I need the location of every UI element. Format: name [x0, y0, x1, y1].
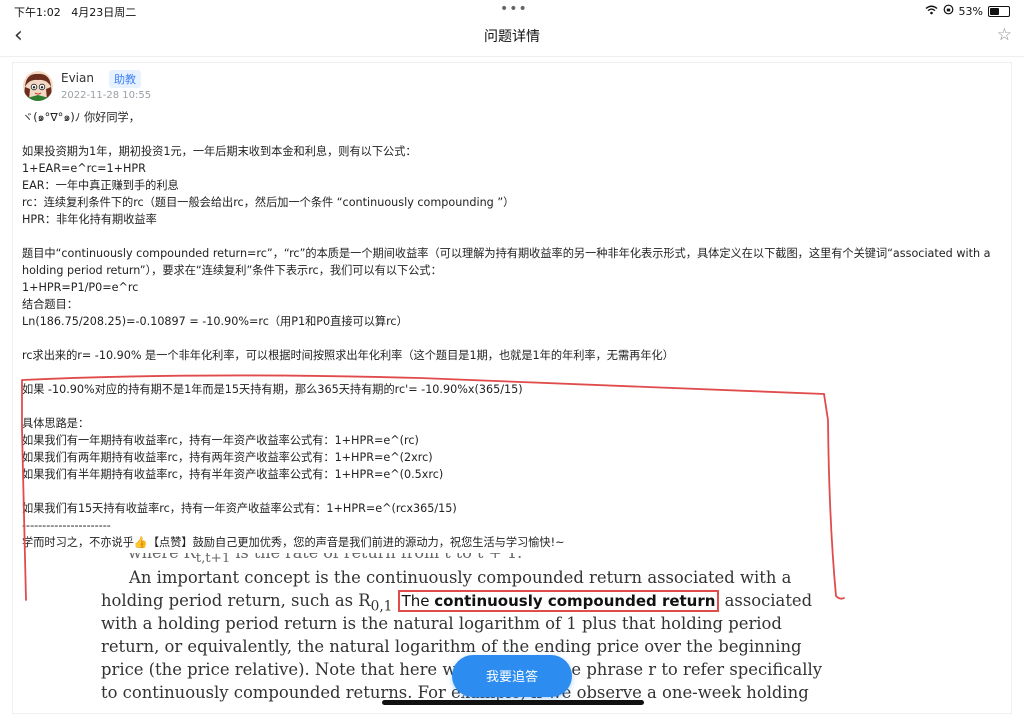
answer-line: rc求出来的r= -10.90% 是一个非年化利率，可以根据时间按照求出年化利率… [22, 349, 674, 362]
answer-line: 如果投资期为1年，期初投资1元，一年后期末收到本金和利息，则有以下公式： [22, 145, 417, 158]
separator-line: ---------------------- [22, 519, 111, 532]
answer-line: 结合题目： [22, 298, 78, 311]
answer-line: HPR：非年化持有期收益率 [22, 213, 157, 226]
excerpt-cut-line: where Rt,t+1 is the rate of return from … [128, 553, 522, 567]
multitask-dots-icon[interactable]: ••• [500, 1, 528, 17]
role-badge: 助教 [109, 70, 141, 88]
excerpt-line: with a holding period return is the natu… [101, 614, 782, 633]
excerpt-line: An important concept is the continuously… [129, 568, 792, 587]
answer-line: 如果我们有一年期持有收益率rc，持有一年资产收益率公式有：1+HPR=e^(rc… [22, 434, 419, 447]
ask-followup-button[interactable]: 我要追答 [452, 655, 572, 697]
answer-line: 题目中“continuously compounded return=rc”，“… [22, 247, 991, 277]
answer-line: rc：连续复利条件下的rc（题目一般会给出rc，然后加一个条件 “continu… [22, 196, 515, 209]
status-time-date: 下午1:02 4月23日周二 [14, 6, 137, 19]
answer-line: 如果我们有半年期持有收益率rc，持有半年资产收益率公式有：1+HPR=e^(0.… [22, 468, 444, 481]
home-indicator[interactable] [382, 700, 644, 705]
favorite-star-icon[interactable]: ☆ [997, 25, 1012, 45]
answer-body: ヾ(๑°∇°๑)ﾉ 你好同学， 如果投资期为1年，期初投资1元，一年后期末收到本… [22, 109, 1002, 551]
answer-line: 具体思路是： [22, 417, 90, 430]
author-name[interactable]: Evian [61, 71, 94, 85]
signature-line: 学而时习之，不亦说乎👍【点赞】鼓励自己更加优秀，您的声音是我们前进的源动力，祝您… [22, 536, 565, 549]
answer-date: 2022-11-28 10:55 [61, 90, 152, 101]
nav-bar: ‹ 问题详情 ☆ [0, 20, 1024, 57]
answer-line: 1+HPR=P1/P0=e^rc [22, 281, 139, 294]
battery-icon [988, 5, 1010, 17]
answer-line: 如果我们有两年期持有收益率rc，持有两年资产收益率公式有：1+HPR=e^(2x… [22, 451, 433, 464]
excerpt-line: return, or equivalently, the natural log… [101, 637, 802, 656]
answer-line: 如果 -10.90%对应的持有期不是1年而是15天持有期，那么365天持有期的r… [22, 383, 523, 396]
thumbs-up-icon: 👍 [133, 536, 148, 549]
avatar[interactable] [23, 71, 53, 101]
status-bar: 下午1:02 4月23日周二 ••• 53% [0, 0, 1024, 20]
answer-line: 1+EAR=e^rc=1+HPR [22, 162, 146, 175]
highlight-box: The continuously compounded return [397, 590, 720, 612]
excerpt-line: holding period return, such as R0,1 The … [101, 590, 813, 615]
answer-line: 如果我们有15天持有收益率rc，持有一年资产收益率公式有：1+HPR=e^(rc… [22, 502, 457, 515]
status-indicators: 53% [925, 4, 1010, 18]
page-title: 问题详情 [484, 29, 540, 45]
answer-line: ヾ(๑°∇°๑)ﾉ 你好同学， [22, 111, 140, 124]
battery-percent: 53% [958, 4, 983, 18]
answer-line: Ln(186.75/208.25)=-0.10897 = -10.90%=rc（… [22, 315, 408, 328]
answer-card: Evian 助教 2022-11-28 10:55 ヾ(๑°∇°๑)ﾉ 你好同学… [12, 62, 1012, 714]
wifi-icon [925, 5, 938, 18]
lock-rotation-icon [943, 4, 954, 18]
answer-line: EAR：一年中真正赚到手的利息 [22, 179, 179, 192]
